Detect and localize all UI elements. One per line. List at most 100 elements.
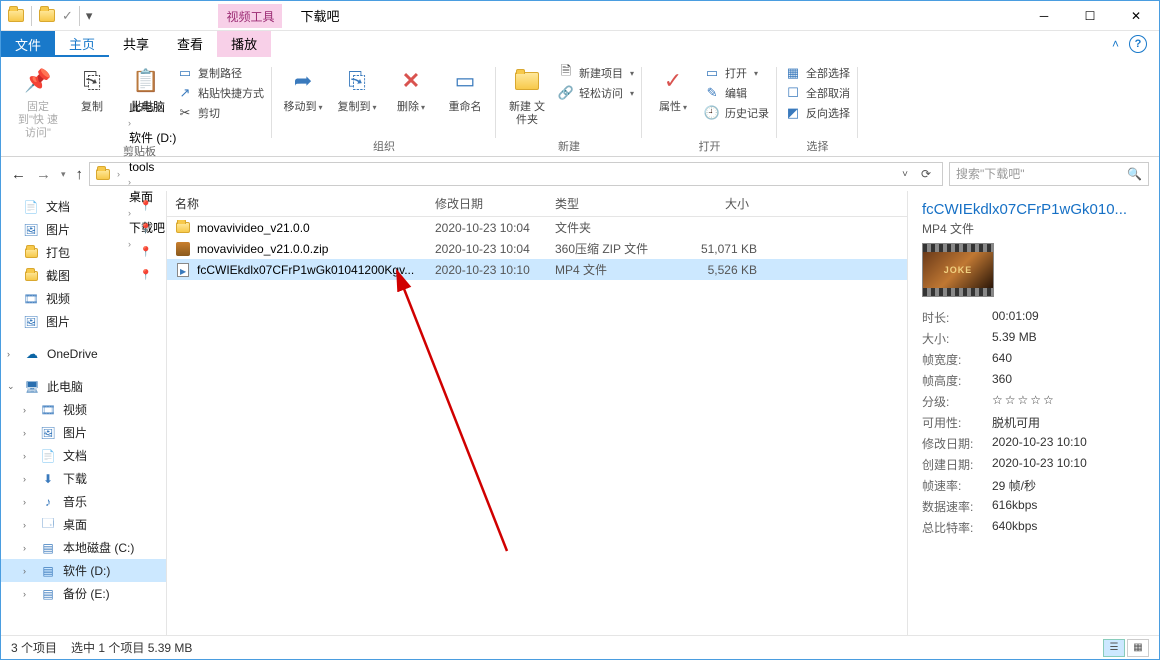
cut-button[interactable]: ✂剪切	[177, 105, 264, 121]
nav-item[interactable]: 🖼图片📍	[1, 218, 166, 241]
pin-icon: 📍	[140, 201, 162, 212]
rename-button[interactable]: ▭重命名	[442, 61, 488, 114]
nav-icon: 🖼	[40, 425, 56, 441]
paste-button[interactable]: 📋 粘贴▾	[123, 61, 169, 114]
address-dropdown[interactable]: ˅	[898, 169, 912, 180]
copy-button[interactable]: ⎘ 复制	[69, 61, 115, 114]
chevron-right-icon[interactable]: ›	[114, 169, 123, 179]
search-box[interactable]: 🔍	[949, 162, 1149, 186]
recent-button[interactable]: ▾	[61, 169, 66, 180]
tab-play[interactable]: 播放	[217, 31, 271, 57]
prop-value: 360	[992, 372, 1012, 389]
tab-share[interactable]: 共享	[109, 31, 163, 57]
cloud-icon: ☁	[24, 346, 40, 362]
nav-item[interactable]: 🎞视频	[1, 287, 166, 310]
tab-view[interactable]: 查看	[163, 31, 217, 57]
chevron-right-icon[interactable]: ›	[125, 177, 134, 187]
select-all-button[interactable]: ▦全部选择	[785, 65, 850, 81]
invert-icon: ◩	[785, 105, 801, 121]
details-pane: fcCWIEkdlx07CFrP1wGk010... MP4 文件 JOKE 时…	[907, 191, 1159, 635]
back-button[interactable]: ←	[11, 166, 26, 183]
copy-to-button[interactable]: ⎘复制到▾	[334, 61, 380, 114]
view-large-button[interactable]: ▦	[1127, 639, 1149, 657]
details-row: 总比特率:640kbps	[922, 517, 1145, 538]
pc-icon: 🖥	[24, 379, 40, 395]
minimize-button[interactable]: ─	[1021, 1, 1067, 31]
nav-item[interactable]: ›🗔桌面	[1, 513, 166, 536]
column-headers[interactable]: 名称 修改日期 类型 大小	[167, 191, 907, 217]
move-to-button[interactable]: ➦移动到▾	[280, 61, 326, 114]
details-row: 修改日期:2020-10-23 10:10	[922, 433, 1145, 454]
nav-icon: 📄	[23, 199, 39, 215]
file-type: MP4 文件	[547, 261, 667, 278]
nav-icon	[23, 268, 39, 284]
edit-button[interactable]: ✎编辑	[704, 85, 769, 101]
select-none-button[interactable]: ☐全部取消	[785, 85, 850, 101]
column-type[interactable]: 类型	[547, 195, 667, 212]
new-item-button[interactable]: 🗎新建项目▾	[558, 65, 634, 81]
nav-this-pc[interactable]: ⌄🖥此电脑	[1, 375, 166, 398]
nav-item[interactable]: 打包📍	[1, 241, 166, 264]
address-bar[interactable]: › 此电脑›软件 (D:)›tools›桌面›下载吧› ˅ ⟳	[89, 162, 943, 186]
up-button[interactable]: ↑	[76, 166, 84, 183]
nav-icon: ▤	[40, 586, 56, 602]
nav-item[interactable]: ›📄文档	[1, 444, 166, 467]
details-row: 数据速率:616kbps	[922, 496, 1145, 517]
copy-path-button[interactable]: ▭复制路径	[177, 65, 264, 81]
close-button[interactable]: ✕	[1113, 1, 1159, 31]
tab-file[interactable]: 文件	[1, 31, 55, 57]
prop-key: 帧速率:	[922, 477, 978, 494]
pin-quick-access-button[interactable]: 📌 固定到"快 速访问"	[15, 61, 61, 141]
tab-home[interactable]: 主页	[55, 31, 109, 57]
qat-overflow[interactable]: ▾	[86, 8, 93, 24]
help-icon[interactable]: ?	[1129, 35, 1147, 53]
file-list[interactable]: movavivideo_v21.0.02020-10-23 10:04文件夹mo…	[167, 217, 907, 635]
pin-icon: 📍	[140, 247, 162, 258]
history-button[interactable]: 🕘历史记录	[704, 105, 769, 121]
open-button[interactable]: ▭打开▾	[704, 65, 769, 81]
column-name[interactable]: 名称	[167, 195, 427, 212]
view-details-button[interactable]: ☰	[1103, 639, 1125, 657]
ribbon-group-organize: ➦移动到▾ ⎘复制到▾ ✕删除▾ ▭重命名 组织	[272, 61, 496, 156]
forward-button[interactable]: →	[36, 166, 51, 183]
nav-item[interactable]: ›♪音乐	[1, 490, 166, 513]
ribbon: 📌 固定到"快 速访问" ⎘ 复制 📋 粘贴▾ ▭复制路径 ↗粘贴快捷方式 ✂剪…	[1, 57, 1159, 157]
nav-item[interactable]: 📄文档📍	[1, 195, 166, 218]
new-folder-button[interactable]: 新建 文件夹	[504, 61, 550, 127]
nav-onedrive[interactable]: ›☁OneDrive	[1, 343, 166, 365]
breadcrumb-segment[interactable]: tools	[125, 160, 180, 174]
column-size[interactable]: 大小	[667, 195, 757, 212]
nav-item[interactable]: ›▤本地磁盘 (C:)	[1, 536, 166, 559]
file-row[interactable]: ▶fcCWIEkdlx07CFrP1wGk01041200Kgv...2020-…	[167, 259, 907, 280]
invert-select-button[interactable]: ◩反向选择	[785, 105, 850, 121]
delete-button[interactable]: ✕删除▾	[388, 61, 434, 114]
file-row[interactable]: movavivideo_v21.0.02020-10-23 10:04文件夹	[167, 217, 907, 238]
details-row: 时长:00:01:09	[922, 307, 1145, 328]
address-row: ← → ▾ ↑ › 此电脑›软件 (D:)›tools›桌面›下载吧› ˅ ⟳ …	[1, 157, 1159, 191]
maximize-button[interactable]: ☐	[1067, 1, 1113, 31]
nav-item[interactable]: ›▤备份 (E:)	[1, 582, 166, 605]
nav-item[interactable]: ›🖼图片	[1, 421, 166, 444]
search-input[interactable]	[956, 167, 1121, 181]
navigation-pane[interactable]: 📄文档📍🖼图片📍打包📍截图📍🎞视频🖼图片 ›☁OneDrive ⌄🖥此电脑 ›🎞…	[1, 191, 167, 635]
scissors-icon: ✂	[177, 105, 193, 121]
paste-shortcut-button[interactable]: ↗粘贴快捷方式	[177, 85, 264, 101]
collapse-ribbon-icon[interactable]: ˄	[1112, 37, 1119, 51]
prop-key: 帧高度:	[922, 372, 978, 389]
nav-item[interactable]: ›🎞视频	[1, 398, 166, 421]
properties-button[interactable]: ✓属性▾	[650, 61, 696, 114]
column-date[interactable]: 修改日期	[427, 195, 547, 212]
paste-icon: 📋	[130, 65, 162, 97]
prop-key: 修改日期:	[922, 435, 978, 452]
file-date: 2020-10-23 10:04	[427, 221, 547, 235]
file-row[interactable]: movavivideo_v21.0.0.zip2020-10-23 10:043…	[167, 238, 907, 259]
easy-access-button[interactable]: 🔗轻松访问▾	[558, 85, 634, 101]
nav-item[interactable]: 截图📍	[1, 264, 166, 287]
nav-item[interactable]: ›⬇下载	[1, 467, 166, 490]
shortcut-icon: ↗	[177, 85, 193, 101]
nav-item[interactable]: 🖼图片	[1, 310, 166, 333]
refresh-button[interactable]: ⟳	[914, 167, 938, 181]
file-type: 360压缩 ZIP 文件	[547, 240, 667, 257]
nav-item[interactable]: ›▤软件 (D:)	[1, 559, 166, 582]
file-size: 51,071 KB	[667, 242, 757, 256]
